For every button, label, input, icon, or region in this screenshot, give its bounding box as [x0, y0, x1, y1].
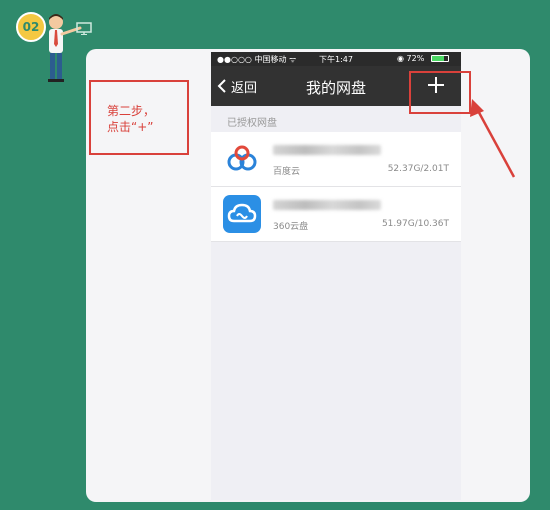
annotation-text: 第二步， 点击“+” — [107, 104, 156, 134]
phone-screen: ●●○○○ 中国移动 ᯤ 下午1:47 ◉ 72% 返回 我的网盘 已授权网盘 — [211, 52, 461, 500]
list-item-baidu-cloud[interactable]: 百度云 52.37G/2.01T — [211, 132, 461, 187]
pointer-arrow-icon — [470, 99, 516, 178]
account-name-redacted — [273, 200, 381, 210]
baidu-cloud-icon — [223, 140, 261, 178]
carrier-signal: ●●○○○ 中国移动 ᯤ — [217, 55, 297, 64]
list-item-360-cloud[interactable]: 360云盘 51.97G/10.36T — [211, 187, 461, 242]
account-name-redacted — [273, 145, 381, 155]
storage-usage: 52.37G/2.01T — [387, 164, 449, 174]
status-bar: ●●○○○ 中国移动 ᯤ 下午1:47 ◉ 72% — [211, 52, 461, 66]
storage-usage: 51.97G/10.36T — [381, 219, 449, 229]
service-name: 百度云 — [273, 167, 301, 177]
section-label: 已授权网盘 — [227, 118, 277, 129]
battery-percent: ◉ 72% — [397, 54, 425, 63]
battery-icon — [431, 55, 449, 62]
360-cloud-icon — [223, 195, 261, 233]
storage-list: 百度云 52.37G/2.01T 360云盘 51.97G/10.36T — [211, 132, 461, 242]
monitor-icon — [76, 22, 92, 35]
service-name: 360云盘 — [273, 222, 309, 232]
battery-fill — [432, 56, 444, 61]
status-time: 下午1:47 — [319, 55, 353, 64]
